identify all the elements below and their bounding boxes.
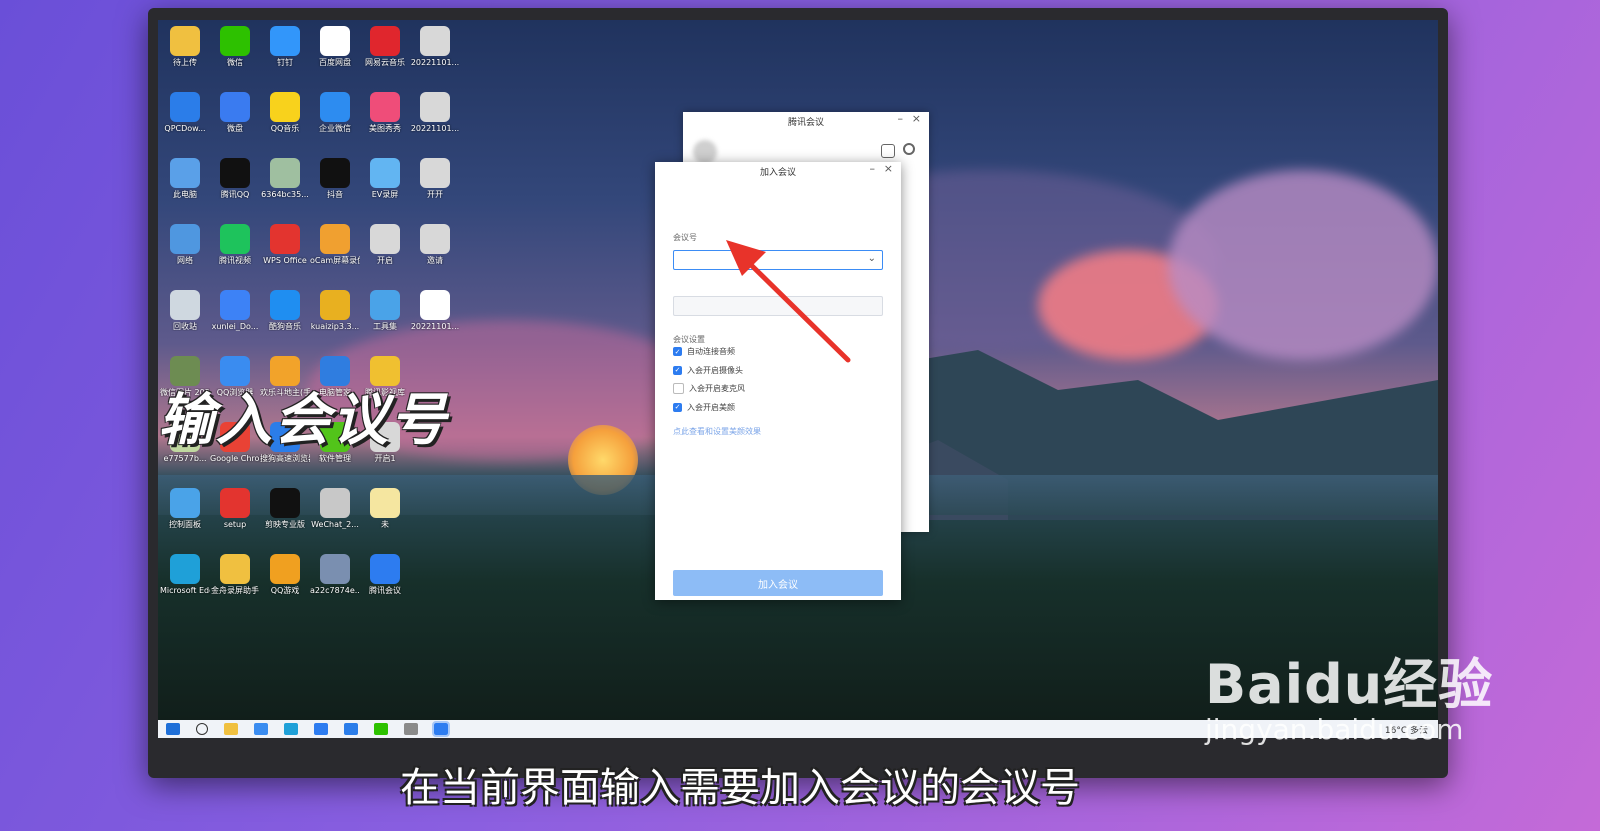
watermark-url: jingyan.baidu.com (1205, 713, 1464, 746)
windows-start-icon[interactable] (166, 723, 180, 735)
wechat-icon[interactable] (374, 723, 388, 735)
sogou-icon[interactable] (344, 723, 358, 735)
watermark-brand: Baidu经验 (1205, 653, 1494, 716)
app-icon[interactable] (404, 723, 418, 735)
feishu-icon[interactable] (314, 723, 328, 735)
file-explorer-icon[interactable] (224, 723, 238, 735)
video-subtitle: 在当前界面输入需要加入会议的会议号 (400, 765, 1080, 811)
qq-browser-icon[interactable] (254, 723, 268, 735)
edge-icon[interactable] (284, 723, 298, 735)
tencent-meeting-taskbar-icon[interactable] (432, 721, 450, 737)
baidu-watermark: Baidu经验 jingyan.baidu.com (1205, 640, 1493, 746)
overlay-caption: 输入会议号 (158, 388, 448, 453)
search-icon[interactable] (196, 723, 208, 735)
